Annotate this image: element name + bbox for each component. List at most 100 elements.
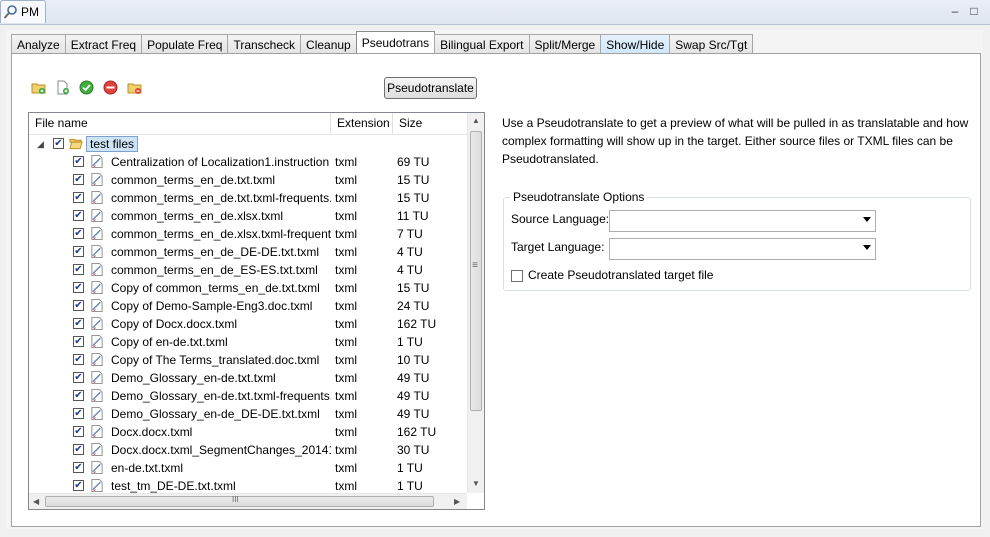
file-row[interactable]: ✔ Copy of common_terms_en_de.txt.txml txml… <box>29 279 467 297</box>
file-row[interactable]: ✔ Demo_Glossary_en-de.txt.txml-frequents.… <box>29 387 467 405</box>
add-folder-icon[interactable] <box>31 80 46 95</box>
file-checkbox[interactable]: ✔ <box>73 210 84 221</box>
pseudotranslate-button[interactable]: Pseudotranslate <box>384 77 477 99</box>
tab-transcheck[interactable]: Transcheck <box>227 34 302 54</box>
vertical-scrollbar[interactable]: ▲ ≡ ▼ <box>467 113 484 493</box>
file-size: 15 TU <box>397 281 430 295</box>
file-checkbox[interactable]: ✔ <box>73 246 84 257</box>
file-checkbox[interactable]: ✔ <box>73 300 84 311</box>
file-size: 49 TU <box>397 407 430 421</box>
file-size: 1 TU <box>397 335 423 349</box>
file-checkbox[interactable]: ✔ <box>73 354 84 365</box>
root-checkbox[interactable]: ✔ <box>53 138 64 149</box>
file-name: Centralization of Localization1.instruct… <box>111 155 330 169</box>
file-row[interactable]: ✔ Docx.docx.txml_SegmentChanges_201412 txm… <box>29 441 467 459</box>
column-extension[interactable]: Extension <box>331 113 393 134</box>
file-checkbox[interactable]: ✔ <box>73 372 84 383</box>
create-target-checkbox[interactable] <box>511 270 523 282</box>
file-row[interactable]: ✔ common_terms_en_de_ES-ES.txt.txml txml 4 … <box>29 261 467 279</box>
minimize-button[interactable]: – <box>948 4 962 18</box>
file-row[interactable]: ✔ common_terms_en_de.xlsx.txml-frequents t… <box>29 225 467 243</box>
target-language-select[interactable] <box>609 238 876 260</box>
file-name: Docx.docx.txml_SegmentChanges_201412 <box>111 443 331 457</box>
pseudotrans-content: Pseudotranslate File name Extension Size… <box>11 53 981 527</box>
file-row[interactable]: ✔ Docx.docx.txml txml 162 TU <box>29 423 467 441</box>
scroll-up-icon[interactable]: ▲ <box>472 116 480 125</box>
source-language-select[interactable] <box>609 210 876 232</box>
remove-folder-icon[interactable] <box>127 80 142 95</box>
tab-pseudotrans[interactable]: Pseudotrans <box>355 31 436 54</box>
file-checkbox[interactable]: ✔ <box>73 390 84 401</box>
file-checkbox[interactable]: ✔ <box>73 228 84 239</box>
maximize-button[interactable]: □ <box>967 4 981 18</box>
file-name: common_terms_en_de.txt.txml <box>111 173 276 187</box>
scroll-left-icon[interactable]: ◀ <box>33 497 39 506</box>
uncheck-all-icon[interactable] <box>103 80 118 95</box>
txml-file-icon <box>91 244 103 259</box>
txml-file-icon <box>91 478 103 493</box>
tab-populate-freq[interactable]: Populate Freq <box>141 34 229 54</box>
scroll-right-icon[interactable]: ▶ <box>454 497 460 506</box>
file-row[interactable]: ✔ Demo_Glossary_en-de.txt.txml txml 49 TU <box>29 369 467 387</box>
file-checkbox[interactable]: ✔ <box>73 426 84 437</box>
file-checkbox[interactable]: ✔ <box>73 336 84 347</box>
file-extension: txml <box>335 191 357 205</box>
file-row[interactable]: ✔ Centralization of Localization1.instruc… <box>29 153 467 171</box>
file-row[interactable]: ✔ common_terms_en_de_DE-DE.txt.txml txml 4 … <box>29 243 467 261</box>
file-row[interactable]: ✔ Copy of Docx.docx.txml txml 162 TU <box>29 315 467 333</box>
file-row[interactable]: ✔ en-de.txt.txml txml 1 TU <box>29 459 467 477</box>
horizontal-scroll-thumb[interactable]: III <box>45 495 434 507</box>
file-row[interactable]: ✔ Copy of en-de.txt.txml txml 1 TU <box>29 333 467 351</box>
scroll-down-icon[interactable]: ▼ <box>472 479 480 488</box>
file-checkbox[interactable]: ✔ <box>73 282 84 293</box>
file-extension: txml <box>335 461 357 475</box>
file-size: 49 TU <box>397 389 430 403</box>
column-file-name[interactable]: File name <box>29 113 331 134</box>
collapse-arrow-icon[interactable]: ◢ <box>37 135 44 153</box>
file-checkbox[interactable]: ✔ <box>73 174 84 185</box>
file-row[interactable]: ✔ Copy of The Terms_translated.doc.txml tx… <box>29 351 467 369</box>
horizontal-scrollbar[interactable]: ◀ III ▶ <box>29 493 467 509</box>
file-row[interactable]: ✔ common_terms_en_de.txt.txml-frequents. t… <box>29 189 467 207</box>
file-checkbox[interactable]: ✔ <box>73 462 84 473</box>
file-checkbox[interactable]: ✔ <box>73 408 84 419</box>
tab-bilingual-export[interactable]: Bilingual Export <box>434 34 530 54</box>
source-language-label: Source Language: <box>511 212 610 226</box>
check-all-icon[interactable] <box>79 80 94 95</box>
root-folder-label[interactable]: test files <box>86 136 139 152</box>
file-checkbox[interactable]: ✔ <box>73 192 84 203</box>
file-size: 15 TU <box>397 191 430 205</box>
txml-file-icon <box>91 226 103 241</box>
tab-cleanup[interactable]: Cleanup <box>300 34 357 54</box>
add-file-icon[interactable] <box>55 80 70 95</box>
file-row[interactable]: ✔ common_terms_en_de.xlsx.txml txml 11 TU <box>29 207 467 225</box>
file-extension: txml <box>335 245 357 259</box>
column-size[interactable]: Size <box>393 113 467 134</box>
file-checkbox[interactable]: ✔ <box>73 264 84 275</box>
file-checkbox[interactable]: ✔ <box>73 444 84 455</box>
tree-root-row[interactable]: ◢ ✔ test files <box>29 135 467 153</box>
file-checkbox[interactable]: ✔ <box>73 318 84 329</box>
txml-file-icon <box>91 370 103 385</box>
file-size: 69 TU <box>397 155 430 169</box>
file-row[interactable]: ✔ Copy of Demo-Sample-Eng3.doc.txml txml 24… <box>29 297 467 315</box>
tab-swap-src-tgt[interactable]: Swap Src/Tgt <box>669 34 754 54</box>
file-name: common_terms_en_de_DE-DE.txt.txml <box>111 245 320 259</box>
tab-split-merge[interactable]: Split/Merge <box>528 34 602 54</box>
txml-file-icon <box>91 262 103 277</box>
file-extension: txml <box>335 173 357 187</box>
file-name: Demo_Glossary_en-de.txt.txml-frequents.t <box>111 389 331 403</box>
file-row[interactable]: ✔ common_terms_en_de.txt.txml txml 15 TU <box>29 171 467 189</box>
view-tab-pm[interactable]: PM <box>0 0 46 23</box>
tab-show-hide[interactable]: Show/Hide <box>600 34 671 54</box>
file-row[interactable]: ✔ Demo_Glossary_en-de_DE-DE.txt.txml txml 4… <box>29 405 467 423</box>
file-checkbox[interactable]: ✔ <box>73 480 84 491</box>
create-target-label[interactable]: Create Pseudotranslated target file <box>528 268 713 282</box>
tab-analyze[interactable]: Analyze <box>11 34 66 54</box>
txml-file-icon <box>91 298 103 313</box>
file-checkbox[interactable]: ✔ <box>73 156 84 167</box>
tab-extract-freq[interactable]: Extract Freq <box>64 34 143 54</box>
file-name: Demo_Glossary_en-de.txt.txml <box>111 371 276 385</box>
vertical-scroll-thumb[interactable]: ≡ <box>470 131 482 411</box>
file-extension: txml <box>335 371 357 385</box>
